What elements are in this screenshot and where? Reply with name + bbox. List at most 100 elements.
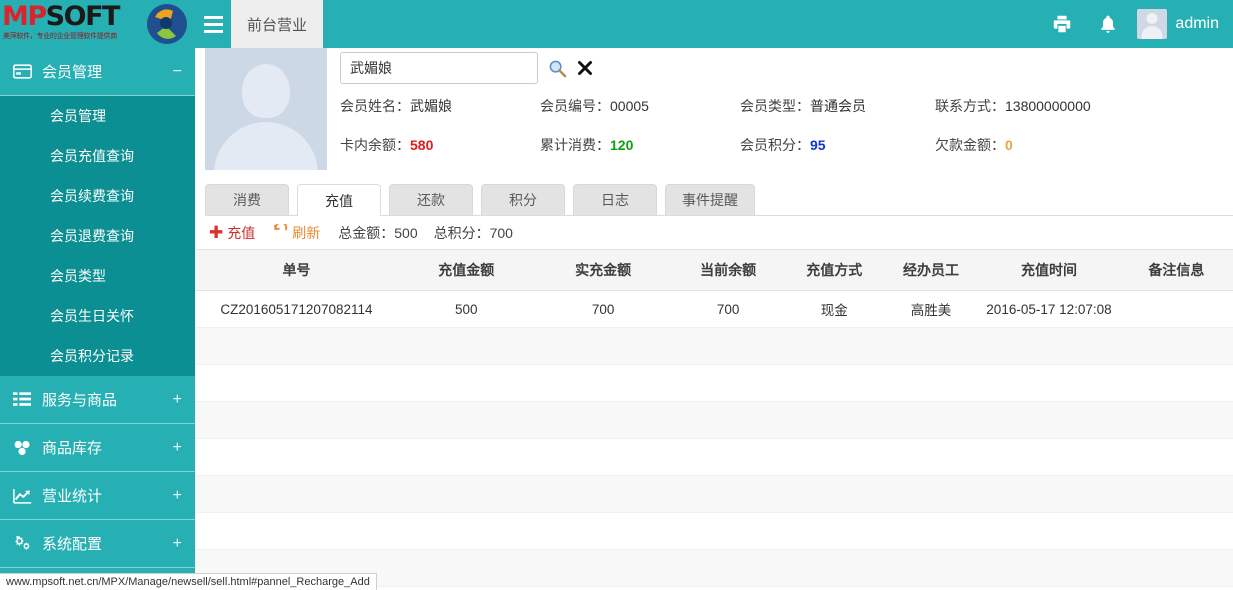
expand-sign: + (173, 439, 182, 457)
sidebar-group-member-management[interactable]: 会员管理 − (0, 48, 195, 96)
cell-recharge-amount: 500 (398, 302, 535, 317)
total-consumed-field: 累计消费：120 (540, 135, 740, 155)
table-row-empty (195, 365, 1233, 402)
printer-icon[interactable] (1039, 0, 1085, 48)
avatar-body-shape (214, 122, 318, 170)
member-type-field: 会员类型：普通会员 (740, 96, 935, 116)
sidebar-group-inventory[interactable]: 商品库存 + (0, 424, 195, 472)
total-consumed-label: 累计消费： (540, 137, 610, 153)
member-phone-label: 联系方式： (935, 98, 1005, 114)
card-balance-label: 卡内余额： (340, 137, 410, 153)
menu-toggle-button[interactable] (195, 0, 231, 48)
tab-repayment[interactable]: 还款 (389, 184, 473, 215)
add-recharge-button[interactable]: ✚ 充值 (209, 223, 255, 243)
cell-operator: 高胜美 (884, 299, 978, 319)
expand-sign: + (173, 487, 182, 505)
column-header-method: 充值方式 (785, 260, 884, 280)
debt-amount-label: 欠款金额： (935, 137, 1005, 153)
member-name-field: 会员姓名：武媚娘 (340, 96, 540, 116)
brand-wordmark: MPSOFT (2, 3, 119, 30)
refresh-button[interactable]: 刷新 (273, 223, 320, 243)
total-consumed-value: 120 (610, 137, 633, 153)
boxes-icon (13, 440, 37, 456)
tab-label: 事件提醒 (682, 190, 738, 210)
user-menu[interactable]: admin (1131, 9, 1233, 39)
sidebar-item-label: 会员管理 (50, 106, 106, 126)
tab-log[interactable]: 日志 (573, 184, 657, 215)
table-row[interactable]: CZ201605171207082114 500 700 700 现金 高胜美 … (195, 291, 1233, 328)
tab-recharge[interactable]: 充值 (297, 184, 381, 216)
search-icon[interactable] (548, 59, 567, 78)
tab-label: 还款 (417, 190, 445, 210)
tab-consumption[interactable]: 消费 (205, 184, 289, 215)
sidebar-group-services-goods[interactable]: 服务与商品 + (0, 376, 195, 424)
sidebar-item-label: 会员积分记录 (50, 346, 134, 366)
bell-icon[interactable] (1085, 0, 1131, 48)
recharge-table: 单号 充值金额 实充金额 当前余额 充值方式 经办员工 充值时间 备注信息 CZ… (195, 250, 1233, 587)
sidebar-item-renewal-query[interactable]: 会员续费查询 (0, 176, 195, 216)
chart-icon (13, 488, 37, 504)
clear-icon[interactable] (577, 60, 593, 76)
hamburger-bar (204, 16, 223, 19)
member-info-row-2: 卡内余额：580 累计消费：120 会员积分：95 欠款金额：0 (340, 135, 1220, 155)
tab-points[interactable]: 积分 (481, 184, 565, 215)
table-row-empty (195, 402, 1233, 439)
expand-sign: + (173, 535, 182, 553)
member-info-row-1: 会员姓名：武媚娘 会员编号：00005 会员类型：普通会员 联系方式：13800… (340, 96, 1220, 116)
content-area: 会员姓名：武媚娘 会员编号：00005 会员类型：普通会员 联系方式：13800… (195, 48, 1233, 590)
breadcrumb-tab-frontdesk[interactable]: 前台营业 (231, 0, 323, 48)
search-input[interactable] (340, 52, 538, 84)
sidebar-item-member-management[interactable]: 会员管理 (0, 96, 195, 136)
app-root: MPSOFT 美萍软件，专业的企业管理软件提供商 前台营业 (0, 0, 1233, 590)
member-points-field: 会员积分：95 (740, 135, 935, 155)
member-name-label: 会员姓名： (340, 98, 410, 114)
column-header-recharge-amount: 充值金额 (398, 260, 535, 280)
cell-current-balance: 700 (672, 302, 785, 317)
member-points-value: 95 (810, 137, 826, 153)
member-no-label: 会员编号： (540, 98, 610, 114)
refresh-icon (273, 224, 288, 242)
member-type-value: 普通会员 (810, 98, 866, 114)
brand-orb-icon (146, 3, 188, 45)
column-header-remark: 备注信息 (1120, 260, 1233, 280)
table-row-empty (195, 476, 1233, 513)
brand-logo[interactable]: MPSOFT 美萍软件，专业的企业管理软件提供商 (0, 0, 195, 48)
expand-sign: + (173, 391, 182, 409)
brand-tagline: 美萍软件，专业的企业管理软件提供商 (3, 31, 117, 41)
tab-label: 消费 (233, 190, 261, 210)
add-recharge-label: 充值 (227, 223, 255, 243)
card-balance-value: 580 (410, 137, 433, 153)
table-row-empty (195, 513, 1233, 550)
sidebar-group-business-stats[interactable]: 营业统计 + (0, 472, 195, 520)
sidebar-item-label: 会员续费查询 (50, 186, 134, 206)
total-amount-label: 总金额：500 (338, 223, 417, 243)
sidebar-submenu-member-management: 会员管理 会员充值查询 会员续费查询 会员退费查询 会员类型 会员生日关怀 会员… (0, 96, 195, 376)
member-points-label: 会员积分： (740, 137, 810, 153)
member-phone-field: 联系方式：13800000000 (935, 96, 1155, 116)
status-bar-url: www.mpsoft.net.cn/MPX/Manage/newsell/sel… (6, 576, 370, 588)
breadcrumb-label: 前台营业 (247, 14, 307, 35)
table-header-row: 单号 充值金额 实充金额 当前余额 充值方式 经办员工 充值时间 备注信息 (195, 250, 1233, 291)
hamburger-bar (204, 23, 223, 26)
sidebar-item-member-type[interactable]: 会员类型 (0, 256, 195, 296)
column-header-order-no: 单号 (195, 260, 398, 280)
list-icon (13, 392, 37, 407)
debt-amount-field: 欠款金额：0 (935, 135, 1155, 155)
tab-bar: 消费 充值 还款 积分 日志 事件提醒 (205, 180, 1233, 216)
tab-label: 充值 (325, 191, 353, 211)
sidebar-group-label: 营业统计 (42, 485, 173, 506)
column-header-operator: 经办员工 (884, 260, 978, 280)
sidebar-item-birthday-care[interactable]: 会员生日关怀 (0, 296, 195, 336)
member-info-grid: 会员姓名：武媚娘 会员编号：00005 会员类型：普通会员 联系方式：13800… (340, 96, 1220, 174)
sidebar-item-label: 会员充值查询 (50, 146, 134, 166)
sidebar-item-refund-query[interactable]: 会员退费查询 (0, 216, 195, 256)
cell-method: 现金 (785, 299, 884, 319)
sidebar-item-label: 会员类型 (50, 266, 106, 286)
sidebar-item-recharge-query[interactable]: 会员充值查询 (0, 136, 195, 176)
brand-wordmark-soft: SOFT (46, 1, 119, 32)
sidebar-group-system-config[interactable]: 系统配置 + (0, 520, 195, 568)
cell-actual-amount: 700 (535, 302, 672, 317)
sidebar-item-points-record[interactable]: 会员积分记录 (0, 336, 195, 376)
tab-event-reminder[interactable]: 事件提醒 (665, 184, 755, 215)
card-icon (13, 64, 37, 79)
